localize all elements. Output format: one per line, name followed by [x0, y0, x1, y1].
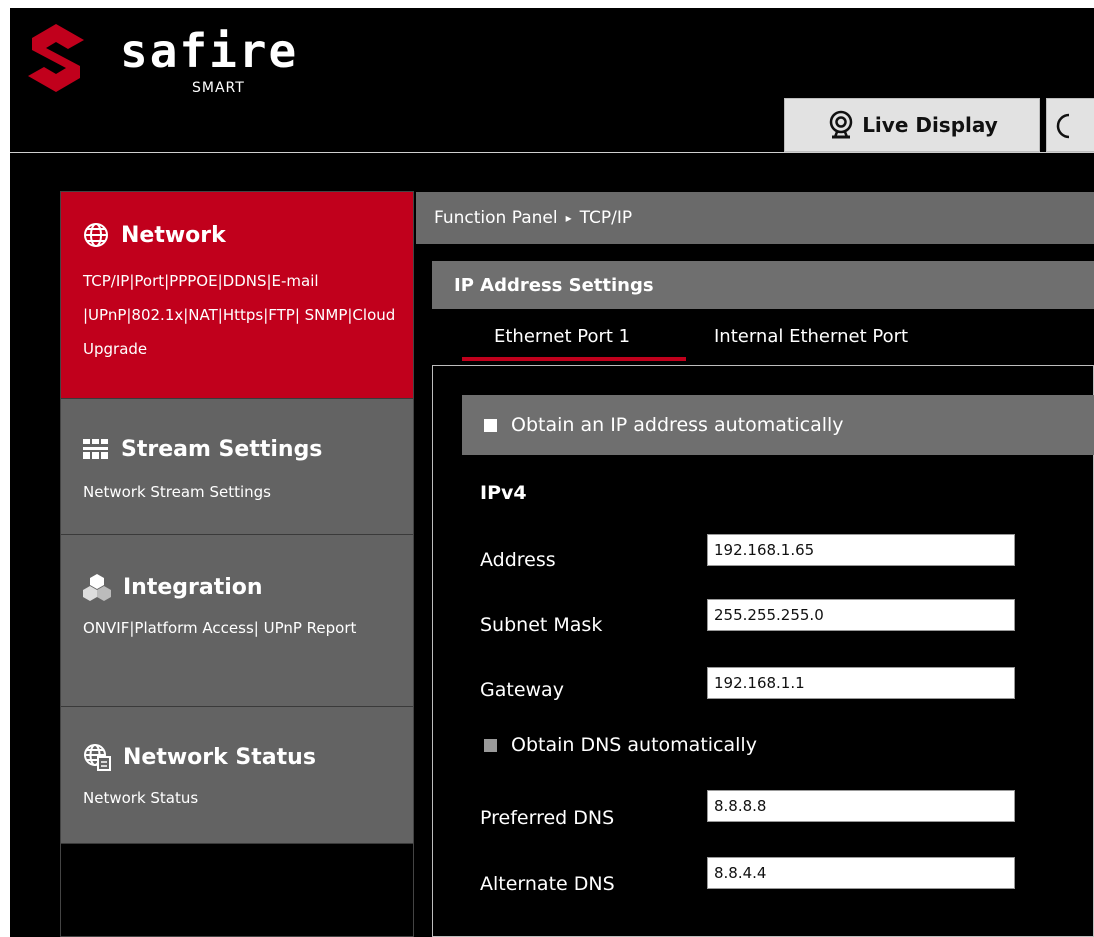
- address-label: Address: [480, 549, 556, 571]
- gateway-field[interactable]: 192.168.1.1: [707, 667, 1015, 699]
- safire-logo-icon: [28, 24, 84, 92]
- sidebar-item-status-title: Network Status: [83, 743, 316, 771]
- obtain-dns-label: Obtain DNS automatically: [511, 734, 757, 756]
- app-window: safire SMART Live Display Network TCP/IP…: [10, 8, 1094, 937]
- sidebar: Network TCP/IP|Port|PPPOE|DDNS|E-mail |U…: [60, 191, 414, 937]
- sidebar-item-status-label: Network Status: [123, 744, 316, 770]
- sidebar-item-integration-desc: ONVIF|Platform Access| UPnP Report: [83, 619, 357, 637]
- stream-grid-icon: [83, 438, 108, 459]
- alternate-dns-field[interactable]: 8.8.4.4: [707, 857, 1015, 889]
- gateway-label: Gateway: [480, 679, 564, 701]
- cubes-icon: [83, 574, 111, 601]
- tab-internal-ethernet-port[interactable]: Internal Ethernet Port: [714, 326, 908, 347]
- preferred-dns-field[interactable]: 8.8.8.8: [707, 790, 1015, 822]
- sidebar-item-stream-title: Stream Settings: [83, 437, 322, 462]
- subnet-mask-label: Subnet Mask: [480, 614, 603, 636]
- breadcrumb-separator-icon: ▸: [565, 211, 572, 225]
- section-title: IP Address Settings: [432, 261, 1094, 309]
- ipv4-heading: IPv4: [480, 482, 527, 504]
- brand-name: safire: [120, 24, 299, 78]
- webcam-icon: [829, 110, 853, 139]
- sidebar-item-network-status[interactable]: Network Status Network Status: [61, 707, 413, 844]
- sidebar-item-network-label: Network: [121, 222, 226, 248]
- tab-ethernet-port-1[interactable]: Ethernet Port 1: [494, 326, 630, 347]
- address-field[interactable]: 192.168.1.65: [707, 534, 1015, 566]
- sidebar-item-integration-title: Integration: [83, 573, 263, 601]
- sidebar-item-stream-settings[interactable]: Stream Settings Network Stream Settings: [61, 399, 413, 535]
- breadcrumb: Function Panel ▸ TCP/IP: [416, 192, 1094, 244]
- sidebar-item-integration-label: Integration: [123, 574, 263, 600]
- sidebar-item-stream-desc: Network Stream Settings: [83, 483, 271, 501]
- subnet-mask-field[interactable]: 255.255.255.0: [707, 599, 1015, 631]
- top-header: safire SMART Live Display: [10, 8, 1094, 153]
- sidebar-item-network-desc: TCP/IP|Port|PPPOE|DDNS|E-mail |UPnP|802.…: [83, 272, 396, 358]
- sidebar-item-integration[interactable]: Integration ONVIF|Platform Access| UPnP …: [61, 535, 413, 707]
- obtain-dns-row[interactable]: Obtain DNS automatically: [484, 734, 757, 756]
- breadcrumb-root[interactable]: Function Panel: [434, 208, 558, 228]
- obtain-ip-row[interactable]: Obtain an IP address automatically: [462, 395, 1094, 455]
- globe-icon: [84, 223, 108, 247]
- obtain-dns-checkbox[interactable]: [484, 738, 497, 752]
- brand-logo: safire SMART: [24, 22, 296, 98]
- sidebar-item-status-desc: Network Status: [83, 789, 199, 807]
- active-tab-indicator: [462, 357, 686, 361]
- preferred-dns-label: Preferred DNS: [480, 807, 615, 829]
- obtain-ip-checkbox[interactable]: [484, 418, 497, 432]
- sidebar-item-network-title: Network: [83, 222, 226, 248]
- tab-live-display-label: Live Display: [862, 113, 998, 137]
- sidebar-item-stream-label: Stream Settings: [121, 437, 323, 462]
- alternate-dns-label: Alternate DNS: [480, 873, 615, 895]
- partial-tab-icon: [1056, 113, 1070, 139]
- tab-live-display[interactable]: Live Display: [784, 98, 1040, 152]
- obtain-ip-label: Obtain an IP address automatically: [511, 414, 844, 436]
- tab-next-partial[interactable]: [1046, 98, 1094, 152]
- network-status-icon: [84, 744, 111, 771]
- sidebar-item-network[interactable]: Network TCP/IP|Port|PPPOE|DDNS|E-mail |U…: [61, 192, 413, 399]
- breadcrumb-current: TCP/IP: [579, 208, 633, 228]
- brand-tagline: SMART: [192, 80, 245, 96]
